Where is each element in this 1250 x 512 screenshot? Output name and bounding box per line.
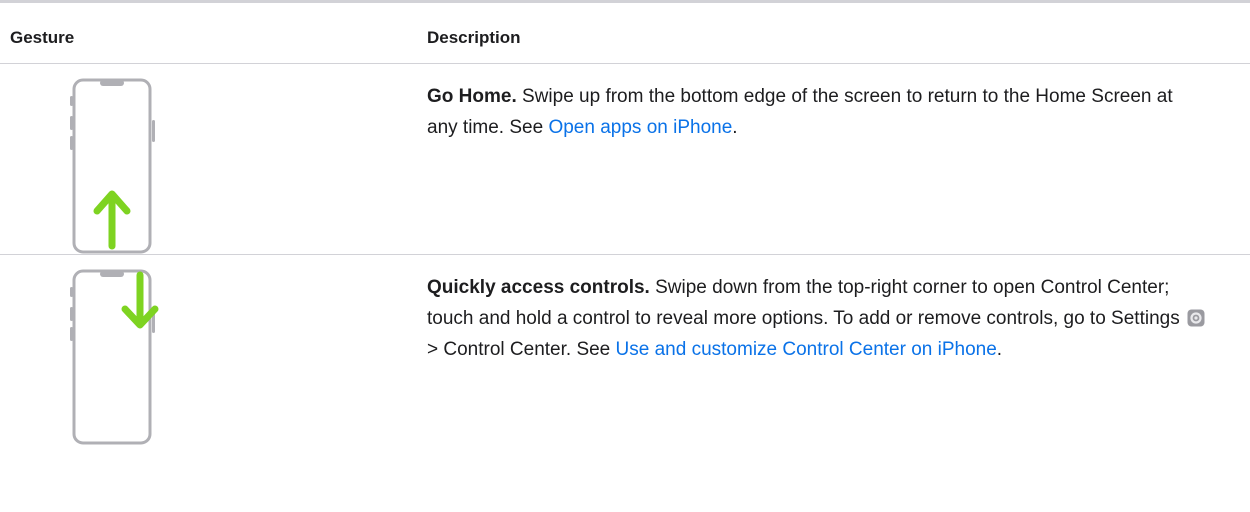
- row-lead-text: Go Home.: [427, 86, 517, 107]
- row-body-text-continued: > Control Center. See: [427, 339, 616, 360]
- gesture-table: Gesture Description Go Home. Swipe up fr…: [0, 0, 1250, 445]
- control-center-link[interactable]: Use and customize Control Center on iPho…: [616, 339, 997, 360]
- row-trailing-text: .: [732, 117, 738, 138]
- open-apps-link[interactable]: Open apps on iPhone: [548, 117, 732, 138]
- table-row: Go Home. Swipe up from the bottom edge o…: [0, 64, 1250, 255]
- column-header-description: Description: [427, 28, 521, 47]
- table-header-row: Gesture Description: [0, 3, 1250, 64]
- settings-gear-icon: [1187, 309, 1205, 327]
- swipe-up-icon: [70, 78, 155, 254]
- row-description: Quickly access controls. Swipe down from…: [427, 272, 1207, 365]
- row-trailing-text: .: [996, 339, 1003, 360]
- row-body-text: Swipe up from the bottom edge of the scr…: [427, 86, 1173, 138]
- column-header-gesture: Gesture: [10, 28, 75, 47]
- table-row: Quickly access controls. Swipe down from…: [0, 255, 1250, 445]
- row-description: Go Home. Swipe up from the bottom edge o…: [427, 81, 1207, 143]
- swipe-down-top-right-icon: [70, 269, 159, 445]
- row-lead-text: Quickly access controls.: [427, 277, 650, 298]
